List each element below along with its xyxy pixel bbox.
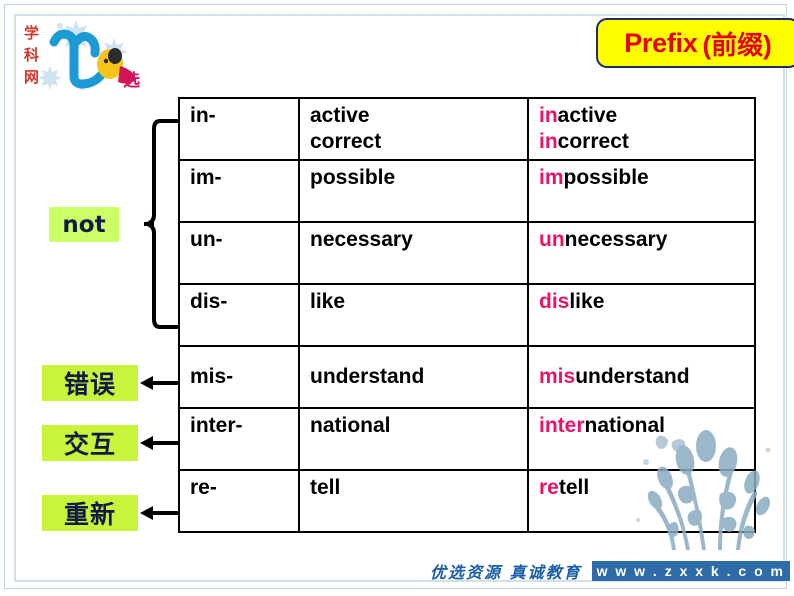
cell-prefix: in- <box>178 97 300 161</box>
arrow-left-icon-inter <box>140 435 178 451</box>
derived-word-prefix: in <box>539 104 558 127</box>
cell-derived-word: misunderstand <box>527 345 756 409</box>
page-title-zh: (前缀) <box>702 29 772 60</box>
arrow-left-icon-re <box>140 505 178 521</box>
slide-canvas: 学 科 网 选 Prefix (前缀) not 错误 交互 重新 in- act… <box>0 0 794 596</box>
label-chip-mis-text: 错误 <box>63 370 116 399</box>
site-logo: 学 科 网 选 <box>20 16 150 94</box>
cell-prefix: im- <box>178 159 300 223</box>
cell-root-word: possible <box>298 159 529 223</box>
not-group-brace <box>139 118 178 330</box>
table-row: in-active correct inactive incorrect <box>178 97 756 161</box>
cell-root-word: like <box>298 283 529 347</box>
label-chip-not-text: not <box>62 211 106 238</box>
svg-text:选: 选 <box>123 71 140 91</box>
derived-word-prefix: re <box>539 476 559 499</box>
cell-prefix: dis- <box>178 283 300 347</box>
label-chip-mis: 错误 <box>42 365 138 401</box>
cell-root-word: national <box>298 407 529 471</box>
label-chip-re: 重新 <box>42 495 138 531</box>
slide-title-plate: Prefix (前缀) <box>596 18 794 68</box>
cell-root-word: understand <box>298 345 529 409</box>
cell-root-word: tell <box>298 469 529 533</box>
table-row: dis-like dislike <box>178 283 756 347</box>
footer-bar: 优选资源 真诚教育 w w w . z x x k . c o m <box>430 560 790 582</box>
cell-derived-word: dislike <box>527 283 756 347</box>
cell-prefix: inter- <box>178 407 300 471</box>
footer-url: w w w . z x x k . c o m <box>591 561 790 581</box>
arrow-left-icon-mis <box>140 375 178 391</box>
derived-word-prefix: un <box>539 228 565 251</box>
label-chip-not: not <box>49 207 119 242</box>
derived-word-prefix: in <box>539 129 558 153</box>
cell-prefix: re- <box>178 469 300 533</box>
footer-slogan: 优选资源 真诚教育 <box>430 563 582 582</box>
page-title-en: Prefix <box>624 27 698 58</box>
decorative-plants <box>628 410 778 550</box>
derived-word-prefix: inter <box>539 414 585 437</box>
svg-text:网: 网 <box>24 68 39 86</box>
table-row: im-possible impossible <box>178 159 756 223</box>
svg-text:科: 科 <box>24 46 39 64</box>
label-chip-re-text: 重新 <box>63 500 116 529</box>
cell-prefix: un- <box>178 221 300 285</box>
derived-word-prefix: im <box>539 166 564 189</box>
label-chip-inter-text: 交互 <box>63 430 116 459</box>
svg-text:学: 学 <box>24 24 39 42</box>
derived-word-prefix: dis <box>539 290 570 313</box>
derived-word-prefix: mis <box>539 365 576 389</box>
cell-derived-word: inactive incorrect <box>527 97 756 161</box>
cell-root-word: active correct <box>298 97 529 161</box>
cell-derived-word: impossible <box>527 159 756 223</box>
table-row: mis-understand misunderstand <box>178 345 756 409</box>
table-row: un-necessary unnecessary <box>178 221 756 285</box>
cell-prefix: mis- <box>178 345 300 409</box>
label-chip-inter: 交互 <box>42 425 138 461</box>
cell-derived-word: unnecessary <box>527 221 756 285</box>
cell-root-word: necessary <box>298 221 529 285</box>
